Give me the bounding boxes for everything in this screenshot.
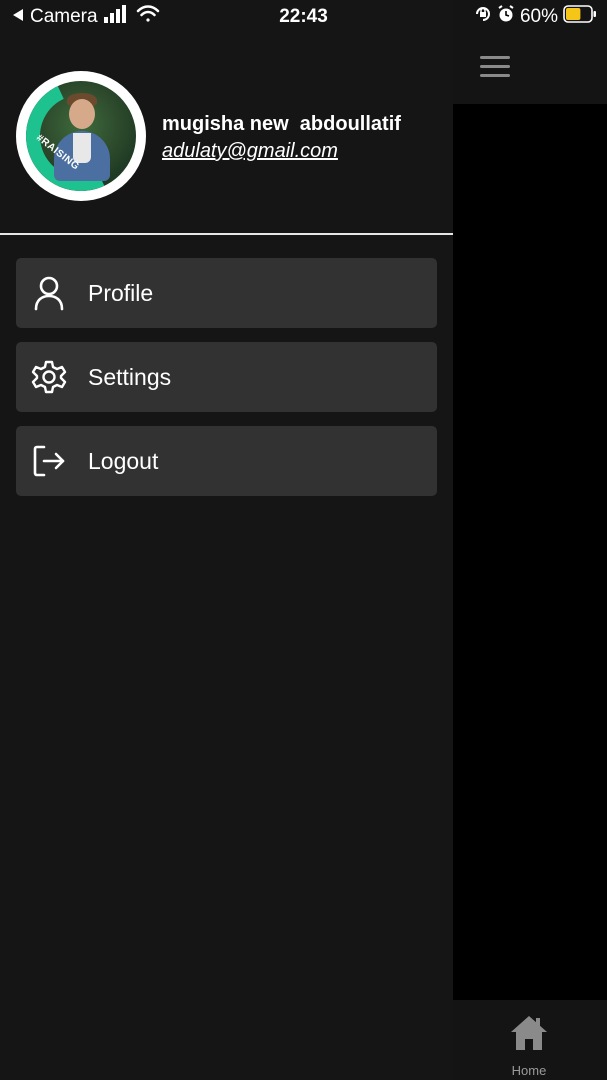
battery-percent: 60% bbox=[519, 6, 558, 27]
menu-item-profile[interactable]: Profile bbox=[16, 258, 437, 328]
battery-icon bbox=[563, 5, 597, 29]
alarm-icon bbox=[497, 5, 515, 29]
menu-item-label: Settings bbox=[88, 363, 172, 390]
back-to-app-label[interactable]: Camera bbox=[30, 6, 98, 28]
menu-item-label: Logout bbox=[88, 447, 159, 474]
menu-item-settings[interactable]: Settings bbox=[16, 342, 437, 412]
tab-home[interactable]: Home bbox=[497, 1014, 561, 1080]
user-email[interactable]: adulaty@gmail.com bbox=[162, 140, 338, 163]
divider bbox=[0, 233, 453, 235]
profile-header: #RAISING mugisha new abdoullatif adulaty… bbox=[0, 34, 453, 234]
gear-icon bbox=[30, 358, 68, 396]
back-arrow-icon[interactable] bbox=[12, 6, 24, 28]
avatar[interactable]: #RAISING bbox=[16, 71, 146, 201]
menu-item-logout[interactable]: Logout bbox=[16, 426, 437, 496]
logout-icon bbox=[30, 442, 68, 480]
hamburger-menu-icon[interactable] bbox=[480, 56, 510, 80]
navigation-drawer: #RAISING mugisha new abdoullatif adulaty… bbox=[0, 0, 453, 1080]
avatar-image: #RAISING bbox=[26, 81, 136, 191]
app-content bbox=[453, 104, 607, 1000]
menu-item-label: Profile bbox=[88, 279, 154, 306]
user-icon bbox=[30, 274, 68, 312]
status-bar: Camera 22:43 60% bbox=[0, 0, 607, 34]
home-icon bbox=[509, 1014, 549, 1057]
wifi-icon bbox=[136, 5, 160, 29]
tab-home-label: Home bbox=[511, 1063, 547, 1078]
signal-icon bbox=[103, 5, 130, 29]
orientation-lock-icon bbox=[474, 5, 492, 29]
app-screen: Home #RAISING mugisha new abdoullatif ad… bbox=[0, 0, 607, 1080]
drawer-menu: Profile Settings Logout bbox=[16, 258, 437, 510]
user-name: mugisha new abdoullatif bbox=[162, 113, 401, 135]
